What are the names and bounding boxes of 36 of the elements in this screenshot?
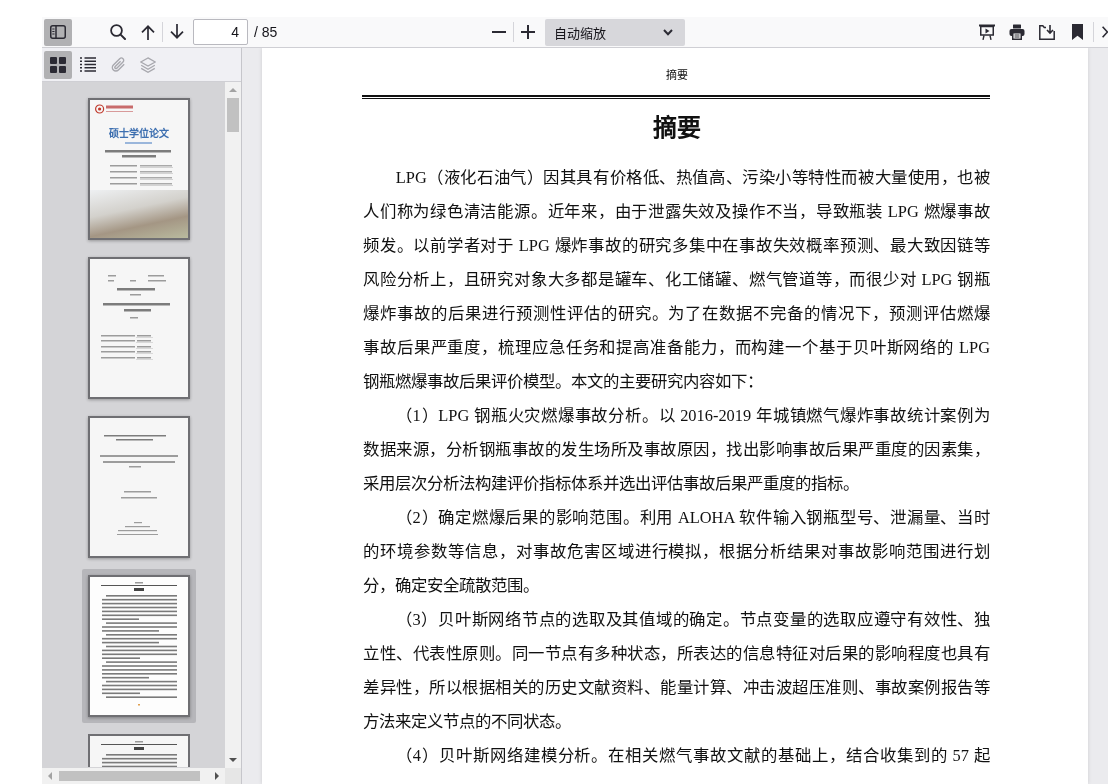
- plus-icon: [521, 25, 535, 39]
- thesis-title: 硕士学位论文: [109, 128, 169, 140]
- arrow-down-icon: [170, 24, 184, 40]
- logo-drawing: [95, 104, 133, 114]
- body-paragraph: LPG（液化石油气）因其具有价格低、热值高、污染小等特性而被大量使用，也被 人们称为绿色清洁能源。近年来，由于泄露失效及操作不当，导致瓶装 LPG 燃爆事故 频发。以前学者对于 LPG 爆炸事故的研究多集中在事故失效概率预测、最大致因链等 风险分析上，且研究对象大多都是罐车、化工储罐、燃气管道等，而很少对 LPG 钢瓶 爆炸事故的后果进行预测性评估的研究。为了在数据不完备的情况下，预测评估燃爆 事故后果严重度，梳理应急任务和提高准备能力，而构建一个基于贝叶斯网络的 LPG 钢瓶燃爆事故后果评价模型。本文的主要研究内容如下：: [363, 167, 990, 393]
- scrollbar-thumb[interactable]: [59, 771, 200, 781]
- paperclip-icon: [110, 56, 126, 73]
- folder-arrow-icon: [1039, 24, 1055, 40]
- chevron-right-icon[interactable]: [1102, 26, 1108, 38]
- arrow-up-icon: [141, 24, 155, 40]
- sidebar-icon: [50, 25, 66, 39]
- presentation-screen-icon: [979, 24, 995, 40]
- triangle-down-icon[interactable]: [229, 758, 237, 762]
- chevron-down-icon: [663, 28, 673, 36]
- minus-icon: [492, 31, 506, 33]
- bookmark-icon: [1071, 24, 1083, 40]
- search-icon: [110, 24, 126, 40]
- layers-icon: [140, 56, 156, 73]
- list-icon: [80, 57, 96, 72]
- triangle-right-icon[interactable]: [215, 772, 219, 780]
- grid-icon: [50, 56, 66, 73]
- page-count: / 85: [254, 24, 278, 40]
- zoom-select[interactable]: 自动缩放: [545, 18, 685, 46]
- scrollbar-thumb[interactable]: [227, 98, 239, 132]
- sidebar-toggle-button[interactable]: [44, 18, 72, 46]
- page-number-input[interactable]: 4: [193, 19, 248, 45]
- body-paragraph: （4）贝叶斯网络建模分析。在相关燃气事故文献的基础上，结合收集到的 57 起: [394, 745, 990, 767]
- section-title: 摘要: [652, 113, 701, 143]
- page-thumbnail[interactable]: [82, 569, 196, 723]
- body-paragraph: （3）贝叶斯网络节点的选取及其值域的确定。节点变量的选取应遵守有效性、独 立性、代表性原则。同一节点有多种状态，所表达的信息特征对后果的影响程度也具有 差异性，所以根据相关的历史文献资料、能量计算、冲击波超压准则、事故案例报告等 方法来定义节点的不同状态。: [363, 609, 990, 733]
- body-paragraph: （2）确定燃爆后果的影响范围。利用 ALOHA 软件输入钢瓶型号、泄漏量、当时 的环境参数等信息，对事故危害区域进行模拟，根据分析结果对事故影响范围进行划 分，确定安全疏散范围。: [363, 507, 990, 597]
- running-header: 摘要: [665, 68, 688, 83]
- thumbnails-view-button[interactable]: [44, 50, 72, 79]
- body-paragraph: （1）LPG 钢瓶火灾燃爆事故分析。以 2016-2019 年城镇燃气爆炸事故统计案例为 数据来源，分析钢瓶事故的发生场所及事故原因，找出影响事故后果严重度的因素集， 采用层次分析法构建评价指标体系并选出评估事故后果严重度的指标。: [363, 405, 990, 495]
- printer-icon: [1009, 24, 1025, 40]
- text-lines-drawing: [105, 142, 173, 186]
